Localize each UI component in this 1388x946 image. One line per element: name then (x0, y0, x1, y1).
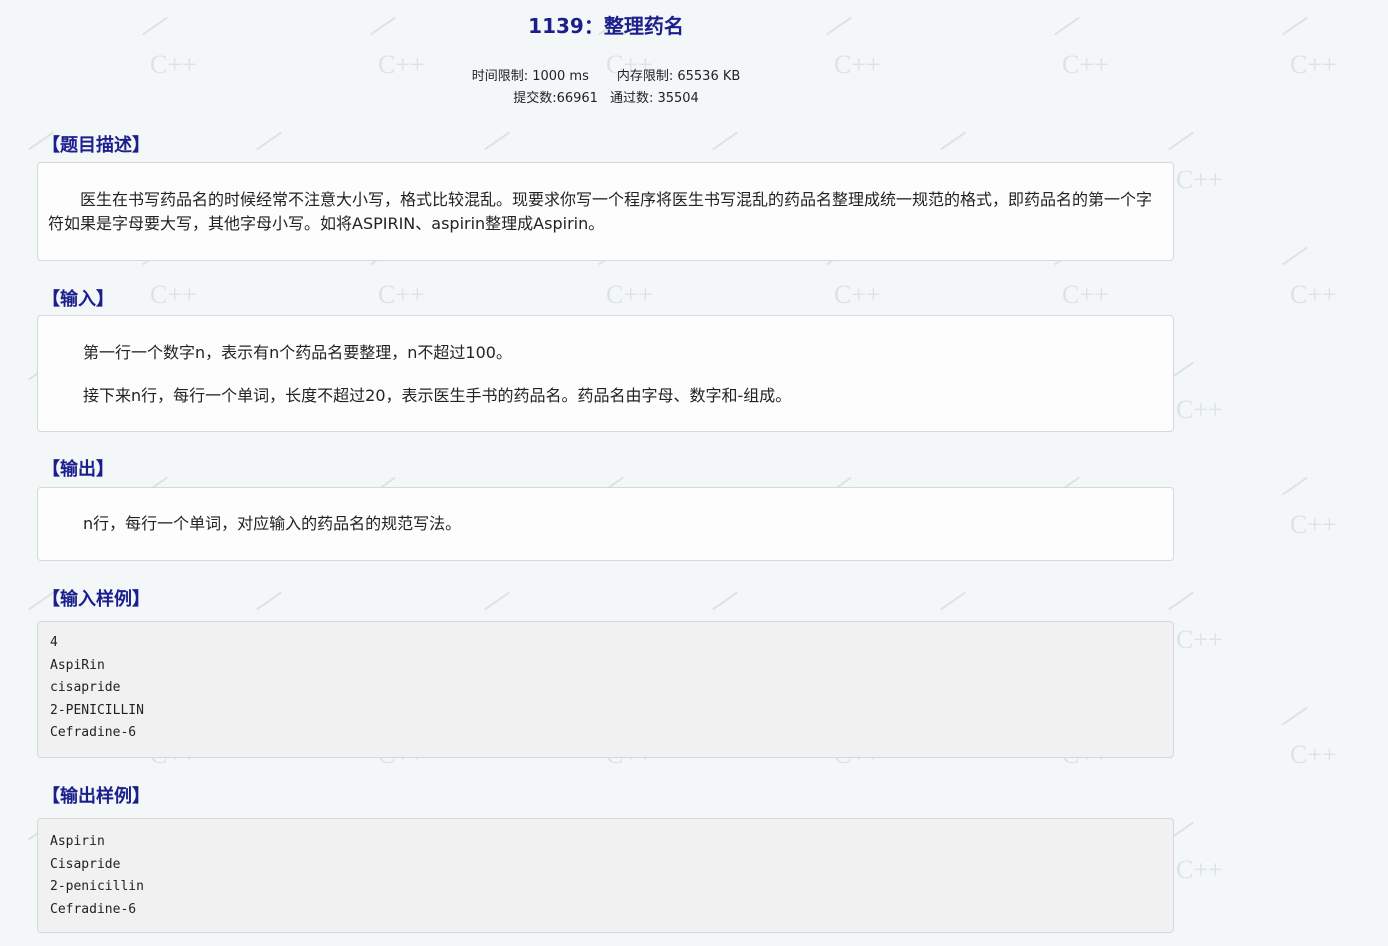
sample-output-line: Aspirin (50, 834, 105, 849)
watermark-tile: C++ (1166, 131, 1256, 245)
input-line-1: 第一行一个数字n，表示有n个药品名要整理，n不超过100。 (83, 343, 512, 362)
sample-output-heading: 【输出样例】 (42, 786, 150, 807)
accepted-count: 通过数: 35504 (609, 91, 699, 106)
sample-input-box[interactable]: 4 AspiRin cisapride 2-PENICILLIN Cefradi… (37, 621, 1174, 758)
sample-input-line: AspiRin (50, 657, 105, 673)
time-limit: 时间限制: 1000 ms (471, 69, 589, 84)
output-text: n行，每行一个单词，对应输入的药品名的规范写法。 (83, 514, 462, 533)
description-heading: 【题目描述】 (42, 135, 150, 156)
submission-count: 提交数:66961 (513, 91, 598, 106)
description-text: 医生在书写药品名的时候经常不注意大小写，格式比较混乱。现要求你写一个程序将医生书… (48, 190, 1153, 233)
input-line-2: 接下来n行，每行一个单词，长度不超过20，表示医生手书的药品名。药品名由字母、数… (83, 386, 792, 405)
watermark-tile: C++ (1166, 821, 1256, 935)
memory-limit: 内存限制: 65536 KB (616, 69, 741, 84)
sample-input-heading: 【输入样例】 (42, 589, 150, 610)
watermark-tile: C++ (1166, 361, 1256, 475)
sample-input-line: cisapride (50, 680, 121, 695)
input-heading: 【输入】 (42, 289, 114, 310)
sample-input-line: 2-PENICILLIN (50, 702, 144, 718)
sample-output-line: Cefradine-6 (50, 901, 137, 917)
watermark-tile: C++ (1280, 16, 1370, 130)
description-box: 医生在书写药品名的时候经常不注意大小写，格式比较混乱。现要求你写一个程序将医生书… (37, 162, 1174, 261)
output-box: n行，每行一个单词，对应输入的药品名的规范写法。 (37, 487, 1174, 561)
background-watermark: C++ C++ C++ C++ C++ C++ C++ C++ C++ C++ C++ C++ C++ C… (0, 0, 1388, 946)
sample-input-line: 4 (50, 635, 58, 650)
sample-input-line: Cefradine-6 (50, 725, 137, 740)
sample-output-box[interactable]: Aspirin Cisapride 2-penicillin Cefradine… (37, 818, 1174, 933)
watermark-tile: C++ (1280, 476, 1370, 590)
watermark-tile: C++ (1280, 246, 1370, 360)
problem-meta: 时间限制: 1000 ms 内存限制: 65536 KB 提交数:66961 通过数… (0, 66, 1212, 110)
output-heading: 【输出】 (42, 459, 114, 480)
sample-output-line: Cisapride (50, 856, 121, 872)
problem-title: 1139：整理药名 (528, 14, 684, 38)
sample-output-line: 2-penicillin (50, 879, 144, 894)
watermark-tile: C++ (1280, 706, 1370, 820)
input-box: 第一行一个数字n，表示有n个药品名要整理，n不超过100。 接下来n行，每行一个… (37, 315, 1174, 432)
watermark-tile: C++ (1166, 591, 1256, 705)
